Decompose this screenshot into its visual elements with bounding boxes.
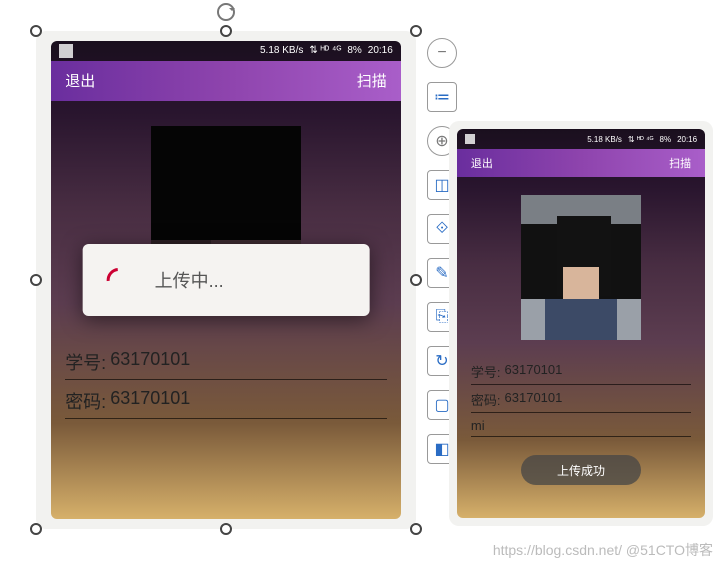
- resize-handle-t[interactable]: [220, 25, 232, 37]
- selection-frame[interactable]: [36, 31, 416, 529]
- screen-right: 5.18 KB/s ⇅ ᴴᴰ ⁴ᴳ 8% 20:16 退出 扫描 学号: 631…: [457, 129, 705, 518]
- battery: 8%: [660, 135, 672, 144]
- app-topbar: 退出 扫描: [457, 149, 705, 177]
- notification-icon: [465, 134, 475, 144]
- avatar-zone: [457, 177, 705, 357]
- phone-right: 5.18 KB/s ⇅ ᴴᴰ ⁴ᴳ 8% 20:16 退出 扫描 学号: 631…: [449, 121, 713, 526]
- net-icons: ⇅ ᴴᴰ ⁴ᴳ: [628, 135, 654, 144]
- watermark: https://blog.csdn.net/ @51CTO博客: [493, 540, 713, 560]
- password-field[interactable]: 密码: 63170101: [471, 385, 691, 413]
- minus-icon[interactable]: −: [427, 38, 457, 68]
- fields-area: 学号: 63170101 密码: 63170101 mi: [457, 357, 705, 437]
- student-id-value: 63170101: [505, 362, 563, 381]
- resize-handle-tl[interactable]: [30, 25, 42, 37]
- scan-button[interactable]: 扫描: [669, 155, 691, 171]
- resize-handle-br[interactable]: [410, 523, 422, 535]
- rotate-handle-icon[interactable]: [217, 3, 235, 21]
- layout-icon[interactable]: ≔: [427, 82, 457, 112]
- password-value: 63170101: [505, 390, 563, 409]
- net-speed: 5.18 KB/s: [587, 135, 622, 144]
- student-id-label: 学号:: [471, 362, 501, 381]
- resize-handle-b[interactable]: [220, 523, 232, 535]
- exit-button[interactable]: 退出: [471, 155, 493, 171]
- resize-handle-bl[interactable]: [30, 523, 42, 535]
- watermark-url: https://blog.csdn.net/: [493, 542, 622, 558]
- resize-handle-tr[interactable]: [410, 25, 422, 37]
- extra-value: mi: [471, 418, 485, 433]
- status-bar: 5.18 KB/s ⇅ ᴴᴰ ⁴ᴳ 8% 20:16: [457, 129, 705, 149]
- toast-text: 上传成功: [557, 462, 605, 479]
- resize-handle-l[interactable]: [30, 274, 42, 286]
- avatar-image-pixelated: [521, 195, 641, 340]
- toast-success: 上传成功: [521, 455, 641, 485]
- watermark-brand: @51CTO博客: [626, 542, 713, 558]
- clock: 20:16: [677, 135, 697, 144]
- resize-handle-r[interactable]: [410, 274, 422, 286]
- extra-field[interactable]: mi: [471, 413, 691, 437]
- student-id-field[interactable]: 学号: 63170101: [471, 357, 691, 385]
- password-label: 密码:: [471, 390, 501, 409]
